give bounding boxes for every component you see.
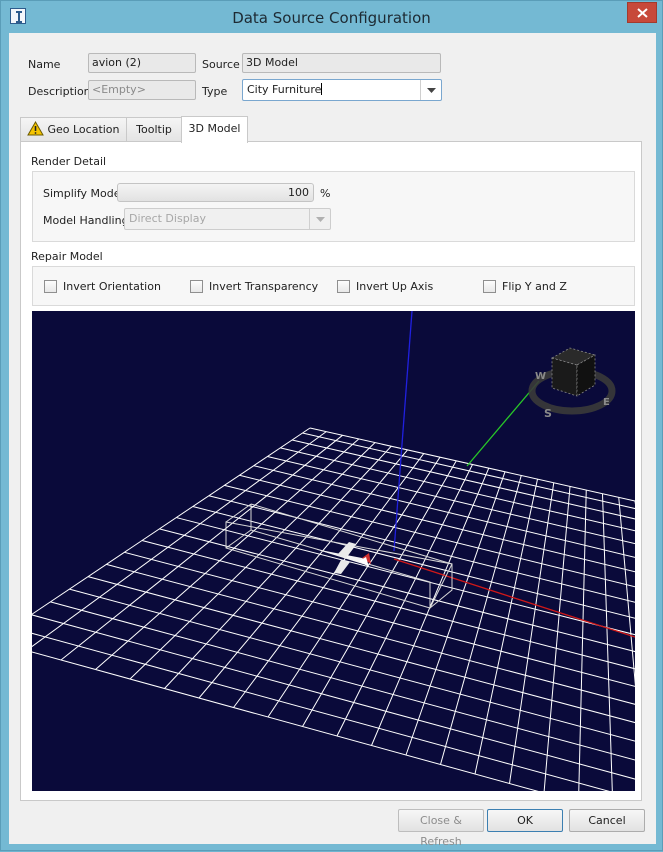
grid-line [440, 475, 522, 765]
dialog-content: Name avion (2) Source 3D Model Descripti… [9, 33, 656, 848]
invert-up-axis-label: Invert Up Axis [356, 280, 434, 293]
grid-line [60, 434, 343, 661]
text-caret [321, 83, 323, 95]
checkbox-box[interactable] [337, 280, 350, 293]
tab-geo-location-label: Geo Location [47, 123, 120, 136]
compass-e-label: E [603, 397, 610, 408]
ground-grid [32, 427, 635, 791]
type-select-value: City Furniture [247, 83, 322, 96]
checkbox-box[interactable] [44, 280, 57, 293]
tab-geo-location[interactable]: Geo Location [20, 117, 127, 142]
simplify-model-slider[interactable]: 100 [117, 183, 314, 202]
source-field[interactable]: 3D Model [242, 53, 441, 73]
description-label: Description [28, 85, 91, 98]
ok-button[interactable]: OK [487, 809, 563, 832]
tab-panel-3d-model: Render Detail Simplify Model 100 % Model… [20, 141, 642, 801]
grid-line [164, 445, 392, 689]
tab-3d-model-label: 3D Model [188, 122, 241, 135]
invert-orientation-label: Invert Orientation [63, 280, 161, 293]
window-title: Data Source Configuration [232, 9, 431, 27]
grid-line [233, 453, 425, 708]
model-handling-dropdown[interactable] [309, 209, 330, 229]
type-label: Type [202, 85, 228, 98]
compass-s-label: S [544, 407, 552, 420]
repair-model-group: Invert Orientation Invert Transparency I… [32, 266, 635, 306]
tab-3d-model[interactable]: 3D Model [181, 116, 248, 143]
tab-tooltip[interactable]: Tooltip [126, 117, 182, 142]
model-3d-viewport[interactable]: W S E [32, 311, 635, 791]
grid-line [509, 482, 555, 784]
checkbox-box[interactable] [483, 280, 496, 293]
grid-line [224, 484, 635, 588]
render-detail-group: Simplify Model 100 % Model Handling Dire… [32, 171, 635, 242]
repair-model-title: Repair Model [31, 250, 103, 263]
aircraft-model [315, 542, 371, 574]
grid-line [32, 614, 635, 780]
grid-line [32, 427, 311, 615]
grid-line [87, 576, 635, 724]
title-bar[interactable]: Data Source Configuration [1, 1, 662, 33]
cancel-button[interactable]: Cancel [569, 809, 645, 832]
grid-line [208, 495, 635, 603]
grid-line [32, 431, 327, 648]
grid-line [543, 486, 571, 791]
flip-y-z-checkbox[interactable]: Flip Y and Z [483, 279, 567, 295]
name-field[interactable]: avion (2) [88, 53, 196, 73]
model-3d-scene[interactable]: W S E [32, 311, 635, 791]
name-label: Name [28, 58, 61, 71]
invert-transparency-label: Invert Transparency [209, 280, 319, 293]
grid-line [141, 539, 635, 670]
invert-up-axis-checkbox[interactable]: Invert Up Axis [337, 279, 433, 295]
grid-line [32, 632, 610, 791]
invert-orientation-checkbox[interactable]: Invert Orientation [44, 279, 161, 295]
grid-line [474, 478, 538, 775]
model-handling-label: Model Handling [43, 214, 129, 227]
chevron-down-icon [427, 88, 436, 93]
view-cube[interactable]: W S E [528, 347, 616, 420]
tab-tooltip-label: Tooltip [136, 123, 172, 136]
close-window-button[interactable] [627, 2, 657, 23]
invert-transparency-checkbox[interactable]: Invert Transparency [190, 279, 318, 295]
type-dropdown-button[interactable] [420, 80, 441, 100]
chevron-down-icon [316, 217, 325, 222]
simplify-model-label: Simplify Model [43, 187, 124, 200]
render-detail-title: Render Detail [31, 155, 107, 168]
grid-line [280, 447, 635, 532]
close-refresh-button[interactable]: Close & Refresh [398, 809, 484, 848]
simplify-unit: % [320, 187, 331, 200]
type-select[interactable]: City Furniture [242, 79, 442, 101]
checkbox-box[interactable] [190, 280, 203, 293]
dialog-window: Data Source Configuration Name avion (2)… [0, 0, 663, 851]
model-handling-select[interactable]: Direct Display [124, 208, 331, 230]
source-label: Source [202, 58, 240, 71]
y-axis-line [466, 380, 540, 467]
compass-w-label: W [535, 371, 546, 382]
description-field[interactable]: <Empty> [88, 80, 196, 100]
flip-y-z-label: Flip Y and Z [502, 280, 567, 293]
model-handling-value: Direct Display [129, 212, 206, 225]
close-icon [637, 8, 648, 18]
grid-line [253, 465, 635, 558]
